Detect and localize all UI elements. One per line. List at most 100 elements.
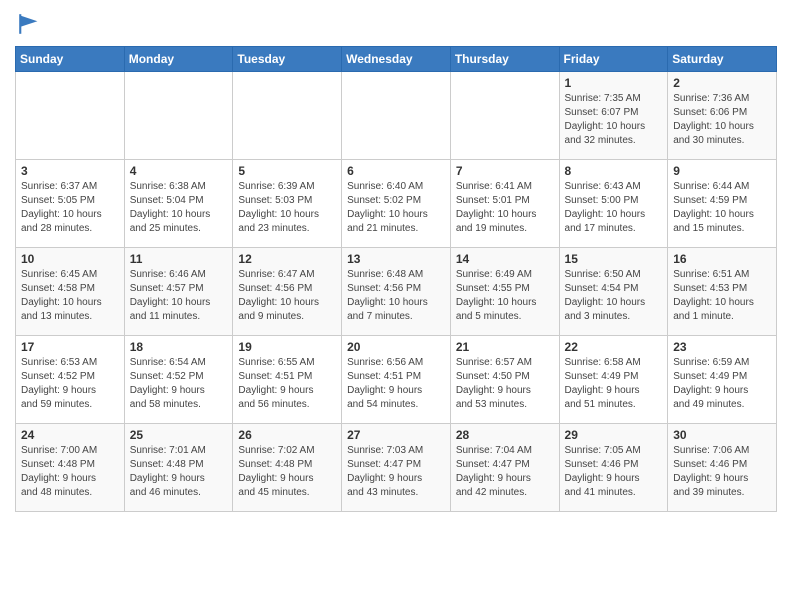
day-info: Sunrise: 6:41 AM Sunset: 5:01 PM Dayligh… [456, 180, 554, 236]
calendar-day-cell: 5 Sunrise: 6:39 AM Sunset: 5:03 PM Daylig… [233, 160, 342, 248]
calendar-day-cell: 26 Sunrise: 7:02 AM Sunset: 4:48 PM Dayli… [233, 424, 342, 512]
calendar-day-cell [342, 72, 451, 160]
day-number: 12 [238, 252, 336, 266]
day-number: 20 [347, 340, 445, 354]
calendar-day-cell: 1 Sunrise: 7:35 AM Sunset: 6:07 PM Daylig… [559, 72, 668, 160]
calendar-body: 1 Sunrise: 7:35 AM Sunset: 6:07 PM Daylig… [16, 72, 777, 512]
calendar-day-cell: 20 Sunrise: 6:56 AM Sunset: 4:51 PM Dayli… [342, 336, 451, 424]
day-info: Sunrise: 6:48 AM Sunset: 4:56 PM Dayligh… [347, 268, 445, 324]
day-info: Sunrise: 7:01 AM Sunset: 4:48 PM Dayligh… [130, 444, 228, 500]
day-of-week-header: Sunday [16, 47, 125, 72]
day-info: Sunrise: 6:40 AM Sunset: 5:02 PM Dayligh… [347, 180, 445, 236]
calendar-day-cell: 21 Sunrise: 6:57 AM Sunset: 4:50 PM Dayli… [450, 336, 559, 424]
day-info: Sunrise: 6:58 AM Sunset: 4:49 PM Dayligh… [565, 356, 663, 412]
calendar-day-cell: 3 Sunrise: 6:37 AM Sunset: 5:05 PM Daylig… [16, 160, 125, 248]
day-info: Sunrise: 6:56 AM Sunset: 4:51 PM Dayligh… [347, 356, 445, 412]
day-info: Sunrise: 7:05 AM Sunset: 4:46 PM Dayligh… [565, 444, 663, 500]
calendar-week-row: 10Sunrise: 6:45 AM Sunset: 4:58 PM Dayli… [16, 248, 777, 336]
day-info: Sunrise: 6:47 AM Sunset: 4:56 PM Dayligh… [238, 268, 336, 324]
day-number: 16 [673, 252, 771, 266]
calendar-day-cell: 19Sunrise: 6:55 AM Sunset: 4:51 PM Dayli… [233, 336, 342, 424]
day-info: Sunrise: 6:43 AM Sunset: 5:00 PM Dayligh… [565, 180, 663, 236]
day-number: 5 [238, 164, 336, 178]
calendar-week-row: 3 Sunrise: 6:37 AM Sunset: 5:05 PM Daylig… [16, 160, 777, 248]
day-number: 24 [21, 428, 119, 442]
calendar-header: SundayMondayTuesdayWednesdayThursdayFrid… [16, 47, 777, 72]
day-info: Sunrise: 7:04 AM Sunset: 4:47 PM Dayligh… [456, 444, 554, 500]
day-number: 18 [130, 340, 228, 354]
day-info: Sunrise: 7:36 AM Sunset: 6:06 PM Dayligh… [673, 92, 771, 148]
day-info: Sunrise: 7:35 AM Sunset: 6:07 PM Dayligh… [565, 92, 663, 148]
day-info: Sunrise: 6:50 AM Sunset: 4:54 PM Dayligh… [565, 268, 663, 324]
day-number: 23 [673, 340, 771, 354]
calendar-day-cell: 7 Sunrise: 6:41 AM Sunset: 5:01 PM Daylig… [450, 160, 559, 248]
calendar-day-cell: 8 Sunrise: 6:43 AM Sunset: 5:00 PM Daylig… [559, 160, 668, 248]
calendar-week-row: 24 Sunrise: 7:00 AM Sunset: 4:48 PM Dayli… [16, 424, 777, 512]
calendar-week-row: 1 Sunrise: 7:35 AM Sunset: 6:07 PM Daylig… [16, 72, 777, 160]
day-number: 1 [565, 76, 663, 90]
calendar-day-cell: 29 Sunrise: 7:05 AM Sunset: 4:46 PM Dayli… [559, 424, 668, 512]
day-number: 26 [238, 428, 336, 442]
day-number: 11 [130, 252, 228, 266]
header-row: SundayMondayTuesdayWednesdayThursdayFrid… [16, 47, 777, 72]
day-info: Sunrise: 6:51 AM Sunset: 4:53 PM Dayligh… [673, 268, 771, 324]
day-number: 15 [565, 252, 663, 266]
calendar-week-row: 17Sunrise: 6:53 AM Sunset: 4:52 PM Dayli… [16, 336, 777, 424]
calendar-day-cell: 23 Sunrise: 6:59 AM Sunset: 4:49 PM Dayli… [668, 336, 777, 424]
day-number: 19 [238, 340, 336, 354]
day-info: Sunrise: 6:39 AM Sunset: 5:03 PM Dayligh… [238, 180, 336, 236]
day-number: 30 [673, 428, 771, 442]
day-info: Sunrise: 7:03 AM Sunset: 4:47 PM Dayligh… [347, 444, 445, 500]
calendar-day-cell: 14 Sunrise: 6:49 AM Sunset: 4:55 PM Dayli… [450, 248, 559, 336]
page: SundayMondayTuesdayWednesdayThursdayFrid… [0, 0, 792, 522]
day-number: 29 [565, 428, 663, 442]
calendar-day-cell: 16 Sunrise: 6:51 AM Sunset: 4:53 PM Dayli… [668, 248, 777, 336]
day-of-week-header: Saturday [668, 47, 777, 72]
day-of-week-header: Friday [559, 47, 668, 72]
calendar-day-cell: 27Sunrise: 7:03 AM Sunset: 4:47 PM Dayli… [342, 424, 451, 512]
day-number: 22 [565, 340, 663, 354]
calendar-day-cell: 4 Sunrise: 6:38 AM Sunset: 5:04 PM Daylig… [124, 160, 233, 248]
day-of-week-header: Thursday [450, 47, 559, 72]
day-number: 9 [673, 164, 771, 178]
calendar-day-cell: 11Sunrise: 6:46 AM Sunset: 4:57 PM Dayli… [124, 248, 233, 336]
day-of-week-header: Wednesday [342, 47, 451, 72]
calendar-day-cell: 18 Sunrise: 6:54 AM Sunset: 4:52 PM Dayli… [124, 336, 233, 424]
day-number: 7 [456, 164, 554, 178]
calendar-day-cell [233, 72, 342, 160]
day-number: 13 [347, 252, 445, 266]
day-number: 14 [456, 252, 554, 266]
day-info: Sunrise: 6:59 AM Sunset: 4:49 PM Dayligh… [673, 356, 771, 412]
calendar-day-cell: 9Sunrise: 6:44 AM Sunset: 4:59 PM Daylig… [668, 160, 777, 248]
day-number: 6 [347, 164, 445, 178]
day-info: Sunrise: 6:57 AM Sunset: 4:50 PM Dayligh… [456, 356, 554, 412]
calendar-day-cell: 22 Sunrise: 6:58 AM Sunset: 4:49 PM Dayli… [559, 336, 668, 424]
day-info: Sunrise: 6:45 AM Sunset: 4:58 PM Dayligh… [21, 268, 119, 324]
calendar-day-cell: 25Sunrise: 7:01 AM Sunset: 4:48 PM Dayli… [124, 424, 233, 512]
day-info: Sunrise: 6:37 AM Sunset: 5:05 PM Dayligh… [21, 180, 119, 236]
calendar-day-cell: 30Sunrise: 7:06 AM Sunset: 4:46 PM Dayli… [668, 424, 777, 512]
day-of-week-header: Monday [124, 47, 233, 72]
day-info: Sunrise: 7:00 AM Sunset: 4:48 PM Dayligh… [21, 444, 119, 500]
calendar-day-cell: 15 Sunrise: 6:50 AM Sunset: 4:54 PM Dayli… [559, 248, 668, 336]
day-number: 8 [565, 164, 663, 178]
calendar-day-cell: 12 Sunrise: 6:47 AM Sunset: 4:56 PM Dayli… [233, 248, 342, 336]
calendar-day-cell: 28Sunrise: 7:04 AM Sunset: 4:47 PM Dayli… [450, 424, 559, 512]
day-of-week-header: Tuesday [233, 47, 342, 72]
day-number: 4 [130, 164, 228, 178]
day-info: Sunrise: 6:54 AM Sunset: 4:52 PM Dayligh… [130, 356, 228, 412]
day-info: Sunrise: 6:38 AM Sunset: 5:04 PM Dayligh… [130, 180, 228, 236]
day-number: 2 [673, 76, 771, 90]
logo [15, 10, 47, 38]
calendar-day-cell: 6 Sunrise: 6:40 AM Sunset: 5:02 PM Daylig… [342, 160, 451, 248]
day-number: 3 [21, 164, 119, 178]
day-info: Sunrise: 6:49 AM Sunset: 4:55 PM Dayligh… [456, 268, 554, 324]
calendar-table: SundayMondayTuesdayWednesdayThursdayFrid… [15, 46, 777, 512]
day-info: Sunrise: 7:02 AM Sunset: 4:48 PM Dayligh… [238, 444, 336, 500]
day-number: 17 [21, 340, 119, 354]
page-header [15, 10, 777, 38]
day-number: 21 [456, 340, 554, 354]
calendar-day-cell [16, 72, 125, 160]
calendar-day-cell: 2 Sunrise: 7:36 AM Sunset: 6:06 PM Daylig… [668, 72, 777, 160]
calendar-day-cell: 10Sunrise: 6:45 AM Sunset: 4:58 PM Dayli… [16, 248, 125, 336]
